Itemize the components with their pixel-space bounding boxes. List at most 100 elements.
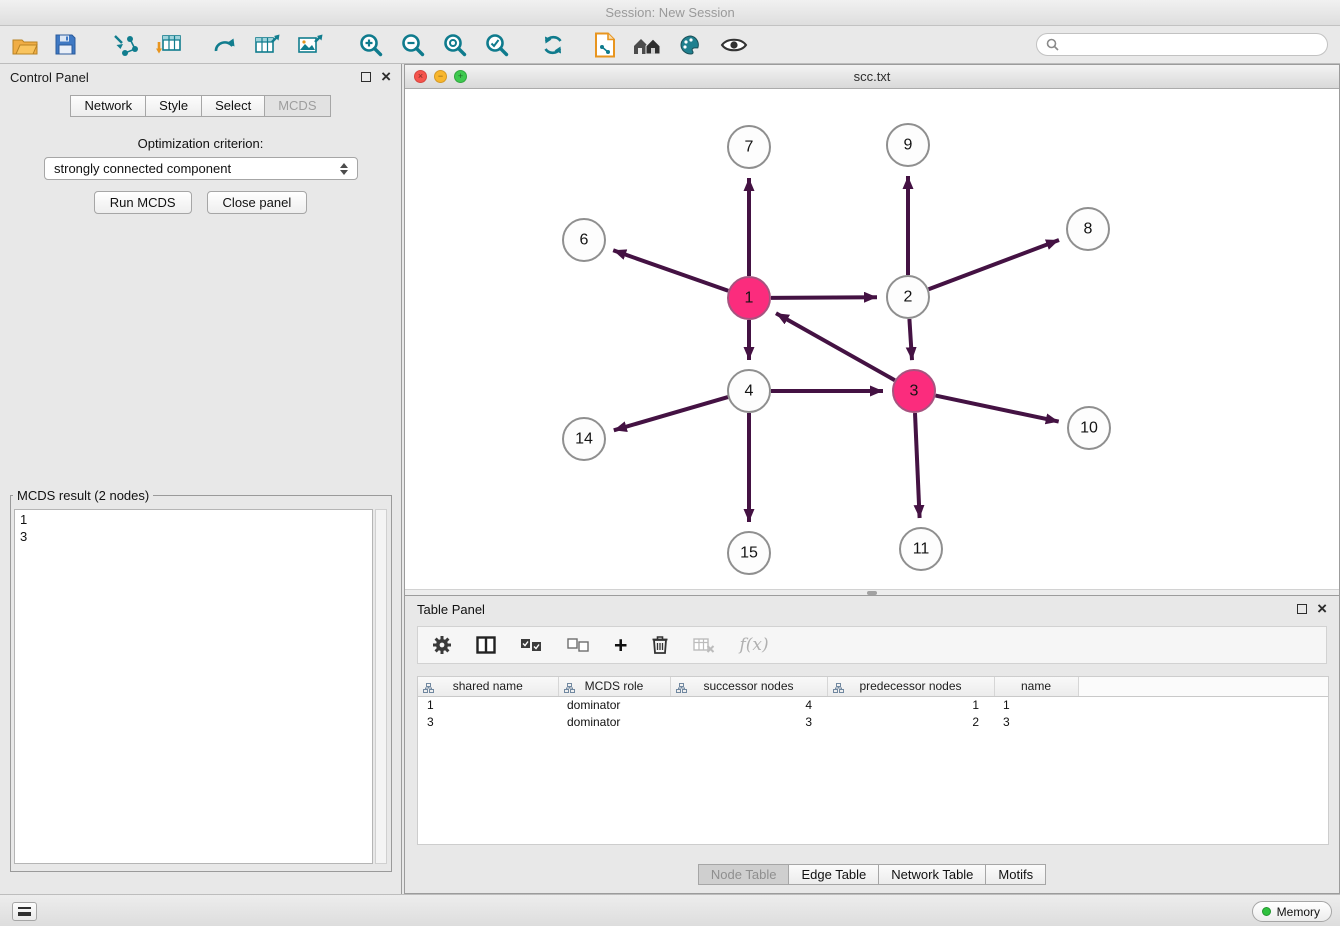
table-cell[interactable]: 4 <box>670 696 827 713</box>
graph-node-10[interactable]: 10 <box>1068 407 1110 449</box>
refresh-button[interactable] <box>540 29 566 61</box>
import-document-button[interactable] <box>594 29 616 61</box>
mcds-result-list[interactable]: 13 <box>14 509 373 864</box>
table-row[interactable]: 3dominator323 <box>418 713 1328 730</box>
tab-network-table[interactable]: Network Table <box>879 864 986 885</box>
horizontal-scrollbar[interactable] <box>405 589 1339 595</box>
table-cell[interactable]: 3 <box>994 713 1078 730</box>
graph-edge-2-3[interactable] <box>909 319 912 360</box>
close-window-button[interactable]: × <box>414 70 427 83</box>
mcds-result-title: MCDS result (2 nodes) <box>13 488 153 503</box>
search-field[interactable] <box>1036 33 1328 56</box>
close-panel-button[interactable]: Close panel <box>207 191 308 214</box>
graph-edge-2-8[interactable] <box>929 240 1059 289</box>
minimize-window-button[interactable]: − <box>434 70 447 83</box>
tab-motifs[interactable]: Motifs <box>986 864 1046 885</box>
visibility-button[interactable] <box>720 29 748 61</box>
tab-mcds[interactable]: MCDS <box>265 95 330 117</box>
graph-node-14[interactable]: 14 <box>563 418 605 460</box>
style-button[interactable] <box>678 29 704 61</box>
graph-edge-3-10[interactable] <box>936 396 1059 422</box>
close-table-panel-icon[interactable]: × <box>1317 604 1327 614</box>
column-header-predecessor-nodes[interactable]: predecessor nodes <box>827 677 994 696</box>
float-table-panel-icon[interactable] <box>1297 604 1307 614</box>
tab-select[interactable]: Select <box>202 95 265 117</box>
zoom-fit-button[interactable] <box>442 29 468 61</box>
show-columns-button[interactable] <box>476 629 496 661</box>
search-icon <box>1046 38 1059 51</box>
tab-node-table[interactable]: Node Table <box>698 864 790 885</box>
delete-row-button[interactable] <box>651 629 669 661</box>
graph-node-11[interactable]: 11 <box>900 528 942 570</box>
select-all-button[interactable] <box>520 629 543 661</box>
deselect-all-button[interactable] <box>567 629 590 661</box>
home-button[interactable] <box>632 29 662 61</box>
column-header-successor-nodes[interactable]: successor nodes <box>670 677 827 696</box>
column-tree-icon <box>564 682 575 696</box>
svg-text:1: 1 <box>745 290 754 307</box>
graph-node-7[interactable]: 7 <box>728 126 770 168</box>
graph-node-1[interactable]: 1 <box>728 277 770 319</box>
graph-node-4[interactable]: 4 <box>728 370 770 412</box>
result-scrollbar[interactable] <box>375 509 387 864</box>
scrollbar-thumb[interactable] <box>867 591 877 595</box>
graph-node-3[interactable]: 3 <box>893 370 935 412</box>
delete-table-button[interactable] <box>693 629 715 661</box>
export-table-button[interactable] <box>254 29 281 61</box>
network-canvas[interactable]: 7 9 6 8 1 2 4 3 14 10 15 11 <box>405 89 1339 589</box>
table-cell[interactable]: 3 <box>418 713 558 730</box>
select-all-icon <box>520 638 543 653</box>
function-builder-button[interactable]: f(x) <box>739 629 768 661</box>
undo-button[interactable] <box>212 29 238 61</box>
table-settings-button[interactable] <box>432 629 452 661</box>
save-session-button[interactable] <box>54 29 77 61</box>
app-window: Session: New Session <box>0 0 1340 926</box>
zoom-in-button[interactable] <box>358 29 384 61</box>
table-cell[interactable]: 1 <box>827 696 994 713</box>
maximize-window-button[interactable]: + <box>454 70 467 83</box>
float-panel-icon[interactable] <box>361 72 371 82</box>
column-header-shared-name[interactable]: shared name <box>418 677 558 696</box>
table-cell[interactable]: 1 <box>994 696 1078 713</box>
zoom-out-button[interactable] <box>400 29 426 61</box>
refresh-icon <box>540 33 566 57</box>
graph-edge-3-11[interactable] <box>915 413 920 518</box>
search-input[interactable] <box>1064 38 1318 52</box>
tab-network[interactable]: Network <box>70 95 146 117</box>
table-cell[interactable]: 1 <box>418 696 558 713</box>
graph-edge-1-6[interactable] <box>613 250 728 290</box>
column-header-mcds-role[interactable]: MCDS role <box>558 677 670 696</box>
memory-button[interactable]: Memory <box>1252 901 1332 922</box>
import-network-icon <box>111 33 139 57</box>
run-mcds-button[interactable]: Run MCDS <box>94 191 192 214</box>
tab-style[interactable]: Style <box>146 95 202 117</box>
add-row-button[interactable]: + <box>614 629 627 661</box>
import-table-button[interactable] <box>155 29 182 61</box>
close-panel-icon[interactable]: × <box>381 72 391 82</box>
graph-edge-4-14[interactable] <box>614 397 728 430</box>
graph-svg[interactable]: 7 9 6 8 1 2 4 3 14 10 15 11 <box>405 89 1339 589</box>
graph-edge-3-1[interactable] <box>776 313 895 380</box>
task-history-button[interactable] <box>12 902 37 921</box>
zoom-selected-button[interactable] <box>484 29 510 61</box>
table-cell[interactable]: dominator <box>558 696 670 713</box>
table-row[interactable]: 1dominator411 <box>418 696 1328 713</box>
tab-edge-table[interactable]: Edge Table <box>789 864 879 885</box>
import-network-button[interactable] <box>111 29 139 61</box>
table-cell[interactable]: 3 <box>670 713 827 730</box>
graph-node-2[interactable]: 2 <box>887 276 929 318</box>
column-header-name[interactable]: name <box>994 677 1078 696</box>
open-session-button[interactable] <box>12 29 38 61</box>
graph-node-8[interactable]: 8 <box>1067 208 1109 250</box>
optimization-dropdown[interactable]: strongly connected component <box>44 157 358 180</box>
graph-node-6[interactable]: 6 <box>563 219 605 261</box>
graph-edge-1-2[interactable] <box>771 297 877 298</box>
export-image-button[interactable] <box>297 29 324 61</box>
list-icon <box>18 907 31 916</box>
title-bar: Session: New Session <box>0 0 1340 26</box>
graph-node-15[interactable]: 15 <box>728 532 770 574</box>
table-cell[interactable]: 2 <box>827 713 994 730</box>
table-cell[interactable]: dominator <box>558 713 670 730</box>
graph-node-9[interactable]: 9 <box>887 124 929 166</box>
mcds-result-line: 3 <box>20 528 367 545</box>
